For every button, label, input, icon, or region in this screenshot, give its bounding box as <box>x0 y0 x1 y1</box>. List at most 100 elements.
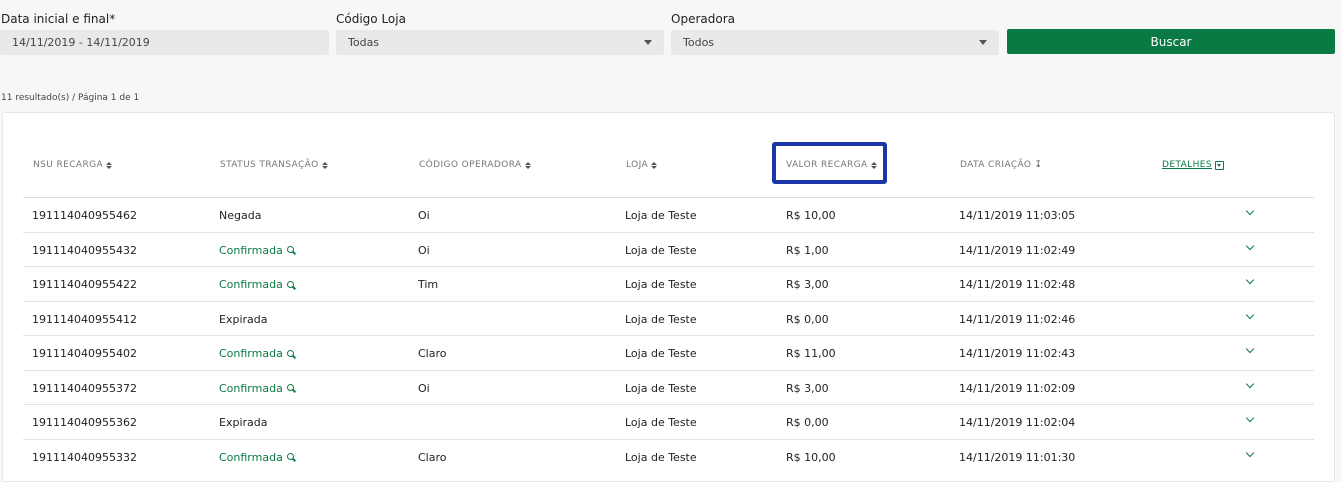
table-row[interactable]: 191114040955462 Negada Oi Loja de Teste … <box>23 198 1314 233</box>
cell-status[interactable]: Confirmada <box>219 244 295 257</box>
cell-store: Loja de Teste <box>625 243 697 257</box>
status-label: Confirmada <box>219 243 283 257</box>
cell-status: Expirada <box>219 416 268 429</box>
date-range-input[interactable]: 14/11/2019 - 14/11/2019 <box>0 30 329 55</box>
cell-value: R$ 3,00 <box>786 381 829 395</box>
store-code-value: Todas <box>348 36 380 49</box>
store-code-label: Código Loja <box>336 12 406 26</box>
cell-created: 14/11/2019 11:02:48 <box>959 278 1076 291</box>
cell-operator: Claro <box>418 450 447 464</box>
table-row[interactable]: 191114040955432 Confirmada Oi Loja de Te… <box>23 233 1314 267</box>
chevron-down-icon[interactable] <box>1245 275 1255 285</box>
cell-status: Negada <box>219 209 262 222</box>
cell-operator: Claro <box>418 347 447 360</box>
sort-descending-icon: ↧ <box>1034 160 1043 170</box>
store-code-select[interactable]: Todas <box>336 30 664 55</box>
details-toggle-link[interactable]: DETALHES <box>1162 160 1212 170</box>
chevron-down-icon[interactable] <box>1245 310 1255 319</box>
table-row[interactable]: 191114040955422 Confirmada Tim Loja de T… <box>23 267 1314 302</box>
column-header-label: NSU RECARGA <box>33 160 104 170</box>
filter-bar: Data inicial e final* 14/11/2019 - 14/11… <box>0 0 1342 60</box>
cell-nsu: 191114040955462 <box>32 209 137 222</box>
search-icon[interactable] <box>286 384 295 392</box>
cell-nsu: 191114040955412 <box>32 312 137 326</box>
cell-status[interactable]: Confirmada <box>219 347 295 360</box>
search-icon[interactable] <box>286 453 295 461</box>
cell-value: R$ 1,00 <box>786 243 829 257</box>
cell-status: Expirada <box>219 312 268 326</box>
chevron-down-icon <box>644 40 652 45</box>
chevron-down-icon[interactable] <box>1245 241 1255 250</box>
cell-nsu: 191114040955372 <box>32 381 137 395</box>
search-button[interactable]: Buscar <box>1007 29 1335 54</box>
cell-created: 14/11/2019 11:03:05 <box>959 209 1076 222</box>
cell-nsu: 191114040955402 <box>32 347 137 360</box>
chevron-down-icon[interactable] <box>1245 413 1255 423</box>
table-row[interactable]: 191114040955332 Confirmada Claro Loja de… <box>23 440 1314 475</box>
table-row[interactable]: 191114040955402 Confirmada Claro Loja de… <box>23 336 1314 371</box>
table-row[interactable]: 191114040955372 Confirmada Oi Loja de Te… <box>23 371 1314 405</box>
cell-store: Loja de Teste <box>625 381 697 395</box>
cell-store: Loja de Teste <box>625 450 697 464</box>
cell-created: 14/11/2019 11:01:30 <box>959 450 1076 464</box>
column-header-status[interactable]: STATUS TRANSAÇÃO <box>220 160 328 170</box>
column-header-created[interactable]: DATA CRIAÇÃO ↧ <box>960 160 1042 170</box>
cell-operator: Oi <box>418 209 430 222</box>
column-header-label: STATUS TRANSAÇÃO <box>220 160 319 170</box>
operator-value: Todos <box>683 36 715 49</box>
cell-operator: Tim <box>418 278 439 291</box>
sort-icon <box>651 161 658 169</box>
column-header-details[interactable]: DETALHES <box>1162 160 1224 170</box>
cell-store: Loja de Teste <box>625 416 697 429</box>
cell-status[interactable]: Confirmada <box>219 382 295 395</box>
cell-store: Loja de Teste <box>625 312 697 326</box>
chevron-down-icon[interactable] <box>1245 206 1255 216</box>
column-header-label: CÓDIGO OPERADORA <box>419 160 522 170</box>
chevron-down-icon[interactable] <box>1245 344 1255 354</box>
column-header-nsu[interactable]: NSU RECARGA <box>33 160 113 170</box>
column-header-label: DATA CRIAÇÃO <box>960 160 1032 170</box>
cell-store: Loja de Teste <box>625 347 697 360</box>
sort-icon <box>321 161 328 169</box>
status-label: Confirmada <box>219 347 283 360</box>
cell-created: 14/11/2019 11:02:04 <box>959 416 1076 429</box>
cell-value: R$ 11,00 <box>786 347 836 360</box>
cell-created: 14/11/2019 11:02:09 <box>959 381 1076 395</box>
chevron-down-icon[interactable] <box>1245 448 1255 457</box>
table-row[interactable]: 191114040955412 Expirada Loja de Teste R… <box>23 302 1314 336</box>
cell-created: 14/11/2019 11:02:46 <box>959 312 1076 326</box>
cell-status[interactable]: Confirmada <box>219 451 295 464</box>
cell-value: R$ 0,00 <box>786 312 829 326</box>
sort-icon <box>106 161 113 169</box>
operator-select[interactable]: Todos <box>671 30 999 55</box>
chevron-down-icon <box>979 40 987 45</box>
cell-created: 14/11/2019 11:02:49 <box>959 243 1076 257</box>
results-table: NSU RECARGA STATUS TRANSAÇÃO CÓDIGO OPER… <box>2 112 1335 482</box>
cell-store: Loja de Teste <box>625 278 697 291</box>
operator-label: Operadora <box>671 12 735 26</box>
cell-operator: Oi <box>418 381 430 395</box>
cell-value: R$ 0,00 <box>786 416 829 429</box>
status-label: Confirmada <box>219 381 283 395</box>
results-count: 11 resultado(s) / Página 1 de 1 <box>1 93 140 103</box>
cell-value: R$ 3,00 <box>786 278 829 291</box>
cell-value: R$ 10,00 <box>786 209 836 222</box>
sort-icon <box>524 161 531 169</box>
cell-value: R$ 10,00 <box>786 450 836 464</box>
column-header-store[interactable]: LOJA <box>626 160 658 170</box>
cell-nsu: 191114040955362 <box>32 416 137 429</box>
search-icon[interactable] <box>286 349 295 358</box>
cell-status[interactable]: Confirmada <box>219 278 295 291</box>
chevron-down-icon[interactable] <box>1245 379 1255 388</box>
cell-nsu: 191114040955432 <box>32 243 137 257</box>
highlight-box <box>772 142 887 184</box>
column-header-operator-code[interactable]: CÓDIGO OPERADORA <box>419 160 531 170</box>
search-icon[interactable] <box>286 280 295 289</box>
table-row[interactable]: 191114040955362 Expirada Loja de Teste R… <box>23 405 1314 440</box>
cell-operator: Oi <box>418 243 430 257</box>
expand-all-icon[interactable] <box>1214 160 1224 170</box>
cell-created: 14/11/2019 11:02:43 <box>959 347 1076 360</box>
column-header-label: LOJA <box>626 160 649 170</box>
status-label: Confirmada <box>219 278 283 291</box>
search-icon[interactable] <box>286 246 295 254</box>
